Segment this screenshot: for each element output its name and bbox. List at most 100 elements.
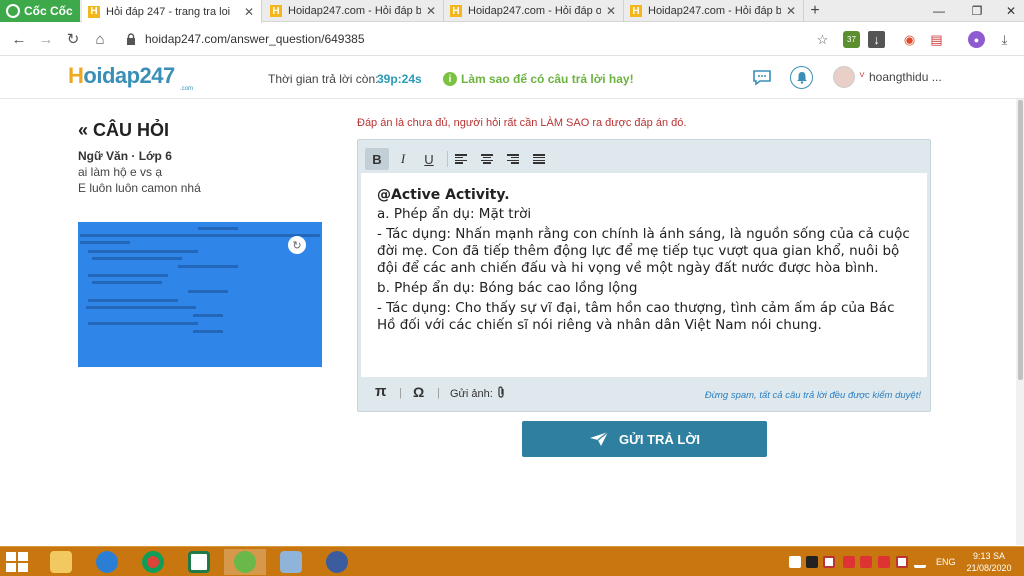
answer-paragraph: - Tác dụng: Nhấn mạnh rằng con chính là … — [377, 226, 910, 276]
hoidap-favicon-icon: H — [270, 5, 282, 17]
windows-start-icon[interactable] — [6, 552, 28, 572]
answer-tips-link[interactable]: Làm sao để có câu trả lời hay! — [461, 72, 634, 86]
align-justify-icon[interactable] — [527, 148, 551, 170]
tray-app-icon[interactable] — [806, 556, 818, 568]
answer-text-area[interactable]: @Active Activity. a. Phép ẩn dụ: Mặt trờ… — [361, 173, 927, 377]
restore-window-button[interactable]: ❐ — [966, 0, 988, 22]
tray-app-icon[interactable] — [896, 556, 908, 568]
question-text-line: ai làm hộ e vs ạ — [78, 165, 163, 179]
new-tab-button[interactable]: + — [805, 0, 825, 22]
timer-value: 39p:24s — [377, 72, 422, 86]
send-icon — [589, 431, 609, 446]
browser-tab[interactable]: H Hoidap247.com - Hỏi đáp bài ✕ — [264, 0, 444, 22]
page-scrollbar-thumb[interactable] — [1018, 100, 1023, 380]
notification-bell-icon[interactable] — [790, 66, 813, 89]
special-char-button[interactable]: Ω — [413, 384, 424, 400]
minimize-window-button[interactable]: — — [928, 0, 950, 22]
tray-shield-icon[interactable] — [843, 556, 855, 568]
footer-divider: | — [437, 387, 440, 399]
answer-paragraph: - Tác dụng: Cho thấy sự vĩ đại, tâm hồn … — [377, 300, 895, 333]
bookmark-star-icon[interactable]: ☆ — [814, 31, 831, 48]
editor-toolbar: B I U — [361, 143, 927, 173]
chrome-icon[interactable] — [132, 549, 174, 575]
coccoc-browser-icon[interactable] — [224, 549, 266, 575]
tray-app-icon[interactable] — [878, 556, 890, 568]
browser-tab[interactable]: H Hoidap247.com - Hỏi đáp onl ✕ — [444, 0, 624, 22]
info-icon: i — [443, 72, 457, 86]
underline-button[interactable]: U — [417, 148, 441, 170]
clock-date: 21/08/2020 — [966, 563, 1012, 573]
close-tab-icon[interactable]: ✕ — [605, 4, 617, 18]
clock-time: 9:13 SA — [972, 551, 1006, 561]
align-left-icon[interactable] — [449, 148, 473, 170]
tab-title: Hoidap247.com - Hỏi đáp bài — [648, 5, 781, 17]
browser-tab-strip: Cốc Cốc H Hỏi đáp 247 - trang tra loi ✕ … — [0, 0, 1024, 23]
close-tab-icon[interactable]: ✕ — [243, 5, 255, 19]
editor-footer: π | Ω | Gửi ảnh: Đừng spam, tất cả câu t… — [361, 380, 927, 408]
answer-paragraph: b. Phép ẩn dụ: Bóng bác cao lồng lộng — [377, 280, 638, 296]
username[interactable]: hoangthidu ... — [869, 70, 942, 84]
tab-title: Hoidap247.com - Hỏi đáp onl — [468, 5, 601, 17]
coccoc-extension-icon[interactable]: ◉ — [901, 31, 918, 48]
site-header: Hoidap247 .com Thời gian trả lời còn: 39… — [0, 57, 1024, 99]
input-language-indicator[interactable]: ENG — [936, 557, 956, 567]
lock-icon — [127, 33, 135, 45]
moderation-note: Đừng spam, tất cả câu trả lời đều được k… — [704, 390, 921, 401]
browser-tab[interactable]: H Hỏi đáp 247 - trang tra loi ✕ — [82, 0, 262, 23]
coccoc-logo-icon — [6, 4, 20, 18]
site-logo[interactable]: Hoidap247 — [68, 63, 175, 89]
send-image-label: Gửi ảnh: — [450, 388, 493, 400]
answer-editor: B I U @Active Activity. a. Phép ẩn dụ: M… — [357, 139, 931, 412]
system-clock[interactable]: 9:13 SA 21/08/2020 — [960, 550, 1018, 574]
rotate-image-icon[interactable]: ↻ — [288, 236, 306, 254]
close-tab-icon[interactable]: ✕ — [425, 4, 437, 18]
bold-button[interactable]: B — [365, 148, 389, 170]
close-window-button[interactable]: ✕ — [1000, 0, 1022, 22]
question-subject: Ngữ Văn · Lớp 6 — [78, 149, 172, 163]
hoidap-favicon-icon: H — [450, 5, 462, 17]
extension-icon[interactable]: 37 — [843, 31, 860, 48]
browser-tab[interactable]: H Hoidap247.com - Hỏi đáp bài ✕ — [624, 0, 804, 22]
chevron-down-icon[interactable]: ˅ — [859, 70, 865, 81]
reload-icon[interactable]: ↻ — [63, 29, 83, 49]
downloads-icon[interactable]: ⤓ — [996, 31, 1013, 48]
back-icon[interactable]: ← — [9, 29, 29, 49]
profile-avatar-icon[interactable]: ● — [968, 31, 985, 48]
chat-icon[interactable] — [752, 69, 772, 86]
tray-app-icon[interactable] — [860, 556, 872, 568]
avatar[interactable] — [833, 66, 855, 88]
timer-label: Thời gian trả lời còn: — [268, 72, 379, 86]
forward-icon[interactable]: → — [36, 29, 56, 49]
submit-answer-button[interactable]: GỬI TRẢ LỜI — [522, 421, 767, 457]
media-app-icon[interactable] — [316, 549, 358, 575]
hoidap-favicon-icon: H — [630, 5, 642, 17]
align-right-icon[interactable] — [501, 148, 525, 170]
answer-guidance-text: Đáp án là chưa đủ, người hỏi rất cần LÀM… — [357, 117, 687, 129]
question-attachment-image[interactable]: ↻ — [78, 222, 322, 367]
tray-app-icon[interactable] — [789, 556, 801, 568]
app-pinned-icon[interactable] — [178, 549, 220, 575]
tray-app-icon[interactable] — [823, 556, 835, 568]
coccoc-brand-label: Cốc Cốc — [24, 4, 73, 18]
windows-taskbar: ENG 9:13 SA 21/08/2020 — [0, 546, 1024, 576]
translate-extension-icon[interactable]: ▤ — [928, 31, 945, 48]
coccoc-menu-button[interactable]: Cốc Cốc — [0, 0, 80, 22]
network-signal-icon[interactable] — [914, 556, 926, 568]
internet-explorer-icon[interactable] — [86, 549, 128, 575]
math-formula-button[interactable]: π — [375, 383, 386, 400]
paint-app-icon[interactable] — [270, 549, 312, 575]
home-icon[interactable]: ⌂ — [90, 29, 110, 49]
answer-paragraph: a. Phép ẩn dụ: Mặt trời — [377, 206, 532, 222]
download-manager-icon[interactable]: ↓ — [868, 31, 885, 48]
browser-toolbar: ← → ↻ ⌂ hoidap247.com/answer_question/64… — [0, 23, 1024, 56]
question-text-line: E luôn luôn camon nhá — [78, 181, 201, 195]
file-explorer-icon[interactable] — [40, 549, 82, 575]
toolbar-divider — [447, 151, 448, 167]
italic-button[interactable]: I — [391, 148, 415, 170]
close-tab-icon[interactable]: ✕ — [785, 4, 797, 18]
address-bar-input[interactable]: hoidap247.com/answer_question/649385 — [145, 32, 365, 46]
site-logo-suffix: .com — [180, 86, 194, 92]
align-center-icon[interactable] — [475, 148, 499, 170]
paperclip-icon[interactable] — [496, 386, 506, 402]
tab-title: Hoidap247.com - Hỏi đáp bài — [288, 5, 421, 17]
